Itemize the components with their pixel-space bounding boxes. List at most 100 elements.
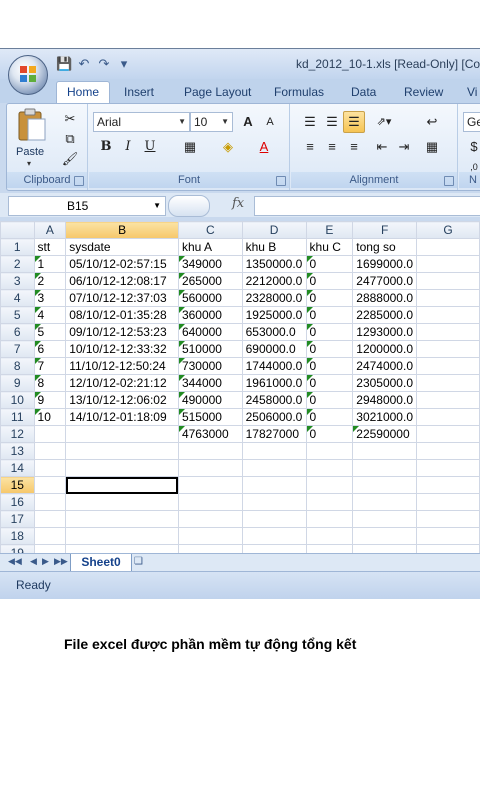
save-icon[interactable]: 💾 [56, 56, 72, 72]
cell-b[interactable]: 09/10/12-12:53:23 [65, 323, 179, 341]
cell-a[interactable]: 9 [33, 391, 67, 409]
cell-c[interactable]: 730000 [177, 357, 243, 375]
cell-e[interactable] [305, 493, 354, 511]
cell-e[interactable]: 0 [305, 391, 354, 409]
cell-g[interactable] [416, 357, 480, 375]
font-name-combo[interactable]: Arial ▼ [93, 112, 190, 132]
increase-indent-icon[interactable]: ⇥ [393, 136, 415, 158]
cell-a[interactable]: stt [33, 238, 67, 256]
cell-g[interactable] [416, 493, 480, 511]
row-header[interactable]: 7 [0, 340, 35, 358]
cell-d[interactable] [241, 527, 307, 545]
row-header[interactable]: 11 [0, 408, 35, 426]
cell-b[interactable] [65, 476, 179, 494]
font-launcher-icon[interactable] [276, 176, 286, 186]
cell-g[interactable] [416, 272, 480, 290]
cell-a[interactable]: 10 [33, 408, 67, 426]
copy-icon[interactable]: ⧉ [59, 128, 81, 150]
tab-formulas[interactable]: Formulas [274, 82, 324, 103]
cell-f[interactable] [352, 527, 418, 545]
cell-a[interactable]: 3 [33, 289, 67, 307]
cell-e[interactable] [305, 527, 354, 545]
formula-input[interactable] [254, 196, 480, 216]
cell-d[interactable]: khu B [241, 238, 307, 256]
fill-color-icon[interactable]: ◈ [217, 136, 239, 158]
decrease-indent-icon[interactable]: ⇤ [371, 136, 393, 158]
tab-data[interactable]: Data [351, 82, 376, 103]
cell-g[interactable] [416, 442, 480, 460]
align-bottom-icon[interactable]: ☰ [343, 111, 365, 133]
cell-e[interactable]: 0 [305, 425, 354, 443]
row-header[interactable]: 5 [0, 306, 35, 324]
cell-d[interactable]: 17827000 [241, 425, 307, 443]
row-header[interactable]: 18 [0, 527, 35, 545]
cell-b[interactable] [65, 510, 179, 528]
cell-b[interactable]: 08/10/12-01:35:28 [65, 306, 179, 324]
cell-d[interactable]: 653000.0 [241, 323, 307, 341]
cell-b[interactable]: 05/10/12-02:57:15 [65, 255, 179, 273]
cell-b[interactable] [65, 544, 179, 553]
insert-sheet-icon[interactable]: ❏ [134, 556, 143, 567]
row-header[interactable]: 3 [0, 272, 35, 290]
row-header[interactable]: 12 [0, 425, 35, 443]
alignment-launcher-icon[interactable] [444, 176, 454, 186]
row-header[interactable]: 13 [0, 442, 35, 460]
cell-e[interactable]: 0 [305, 323, 354, 341]
cell-g[interactable] [416, 459, 480, 477]
cell-e[interactable] [305, 510, 354, 528]
cell-d[interactable]: 1350000.0 [241, 255, 307, 273]
row-header[interactable]: 4 [0, 289, 35, 307]
currency-icon[interactable]: $ [463, 136, 480, 158]
office-button[interactable] [8, 55, 48, 95]
cell-d[interactable]: 1925000.0 [241, 306, 307, 324]
cell-e[interactable] [305, 459, 354, 477]
italic-button[interactable]: I [117, 136, 139, 158]
cell-f[interactable] [352, 476, 418, 494]
customize-qat-icon[interactable]: ▾ [116, 56, 132, 72]
cell-e[interactable] [305, 442, 354, 460]
cell-f[interactable]: 22590000 [352, 425, 418, 443]
cell-f[interactable]: 1699000.0 [352, 255, 418, 273]
cell-b[interactable]: 14/10/12-01:18:09 [65, 408, 179, 426]
bold-button[interactable]: B [95, 136, 117, 158]
align-center-icon[interactable]: ≡ [321, 136, 343, 158]
cell-c[interactable] [177, 527, 243, 545]
underline-button[interactable]: U [139, 136, 161, 158]
cell-d[interactable]: 2328000.0 [241, 289, 307, 307]
shrink-font-button[interactable]: A [259, 111, 281, 133]
align-middle-icon[interactable]: ☰ [321, 111, 343, 133]
column-header-b[interactable]: B [65, 221, 179, 239]
cell-g[interactable] [416, 544, 480, 553]
cell-g[interactable] [416, 238, 480, 256]
cell-f[interactable]: 1200000.0 [352, 340, 418, 358]
cell-f[interactable] [352, 459, 418, 477]
number-format-combo[interactable]: Ger [463, 112, 480, 132]
cell-a[interactable]: 6 [33, 340, 67, 358]
row-header[interactable]: 19 [0, 544, 35, 553]
prev-sheet-icon[interactable]: ◀ [30, 556, 37, 567]
cell-e[interactable]: 0 [305, 374, 354, 392]
cell-b[interactable]: 13/10/12-12:06:02 [65, 391, 179, 409]
row-header[interactable]: 17 [0, 510, 35, 528]
cell-a[interactable]: 4 [33, 306, 67, 324]
font-color-button[interactable]: A [253, 136, 275, 158]
cell-b[interactable] [65, 493, 179, 511]
cell-c[interactable] [177, 544, 243, 553]
cut-icon[interactable]: ✂ [59, 108, 81, 130]
tab-view[interactable]: Vi [467, 82, 477, 103]
cell-a[interactable]: 7 [33, 357, 67, 375]
insert-function-button[interactable]: fx [232, 196, 244, 211]
cell-f[interactable]: 2285000.0 [352, 306, 418, 324]
cell-e[interactable]: 0 [305, 255, 354, 273]
cell-e[interactable]: 0 [305, 340, 354, 358]
cell-f[interactable]: 2474000.0 [352, 357, 418, 375]
column-header-f[interactable]: F [352, 221, 418, 239]
cell-f[interactable] [352, 510, 418, 528]
borders-icon[interactable]: ▦ [179, 136, 201, 158]
row-header[interactable]: 2 [0, 255, 35, 273]
row-header[interactable]: 15 [0, 476, 35, 494]
cell-d[interactable] [241, 510, 307, 528]
cell-g[interactable] [416, 408, 480, 426]
cell-g[interactable] [416, 255, 480, 273]
cell-g[interactable] [416, 425, 480, 443]
